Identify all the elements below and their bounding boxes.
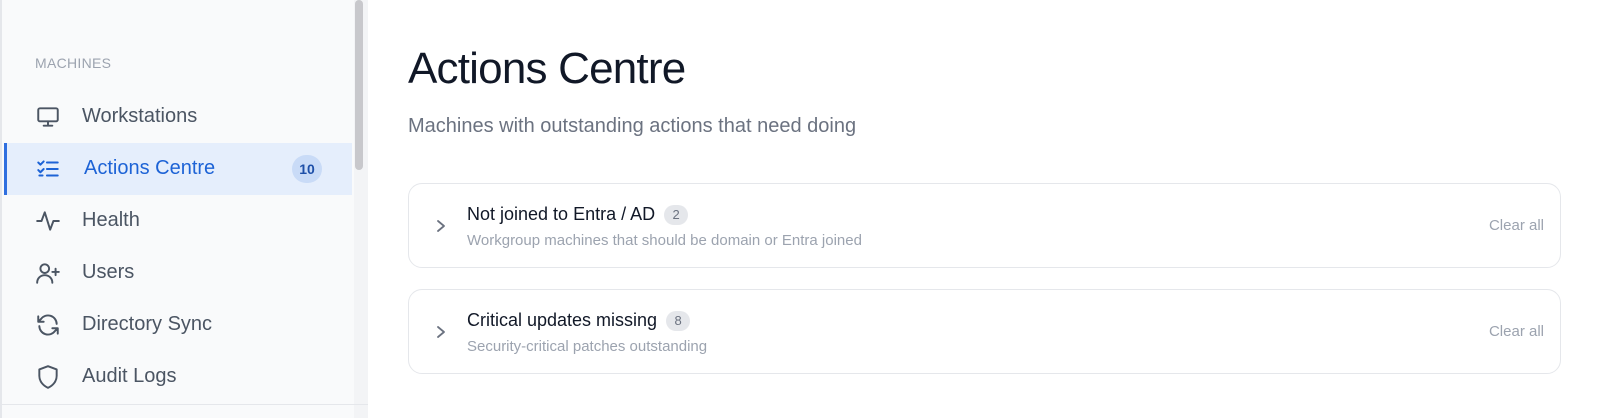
sidebar-item-label: Directory Sync (82, 313, 213, 335)
card-title: Not joined to Entra / AD (467, 204, 656, 224)
sidebar-item-label: Health (82, 209, 140, 231)
sidebar-item-label: Users (82, 261, 135, 283)
sidebar-item-health[interactable]: Health (4, 195, 352, 247)
sidebar-section-label: MACHINES (35, 55, 112, 71)
sidebar-scrollbar-thumb[interactable] (355, 0, 363, 170)
sidebar-item-users[interactable]: Users (4, 247, 352, 299)
clear-all-button[interactable]: Clear all (1489, 217, 1544, 234)
card-description: Workgroup machines that should be domain… (467, 232, 862, 249)
chevron-right-icon[interactable] (433, 322, 449, 342)
user-plus-icon (34, 259, 62, 287)
sidebar-item-workstations[interactable]: Workstations (4, 91, 352, 143)
card-count-badge: 2 (664, 204, 689, 225)
sidebar-divider (2, 404, 368, 405)
page-subtitle: Machines with outstanding actions that n… (408, 115, 857, 137)
sidebar-item-audit-logs[interactable]: Audit Logs (4, 351, 352, 403)
checklist-icon (34, 155, 62, 183)
sidebar-item-label: Audit Logs (82, 365, 177, 387)
page-title: Actions Centre (408, 44, 686, 93)
card-title: Critical updates missing (467, 310, 658, 330)
shield-icon (34, 363, 62, 391)
sidebar-item-label: Workstations (82, 105, 198, 127)
sidebar-item-directory-sync[interactable]: Directory Sync (4, 299, 352, 351)
sidebar: MACHINES Workstations Actions Centre 10 … (0, 0, 368, 418)
card-title-row: Not joined to Entra / AD 2 (467, 204, 689, 225)
action-card-not-joined[interactable]: Not joined to Entra / AD 2 Workgroup mac… (408, 183, 1561, 268)
sidebar-item-label: Actions Centre (84, 157, 216, 179)
card-count-badge: 8 (666, 310, 691, 331)
activity-icon (34, 207, 62, 235)
clear-all-button[interactable]: Clear all (1489, 323, 1544, 340)
refresh-icon (34, 311, 62, 339)
chevron-right-icon[interactable] (433, 216, 449, 236)
monitor-icon (34, 103, 62, 131)
sidebar-item-actions-centre[interactable]: Actions Centre 10 (4, 143, 352, 195)
card-description: Security-critical patches outstanding (467, 338, 708, 355)
action-card-critical-updates[interactable]: Critical updates missing 8 Security-crit… (408, 289, 1561, 374)
card-title-row: Critical updates missing 8 (467, 310, 691, 331)
count-badge: 10 (292, 155, 322, 183)
